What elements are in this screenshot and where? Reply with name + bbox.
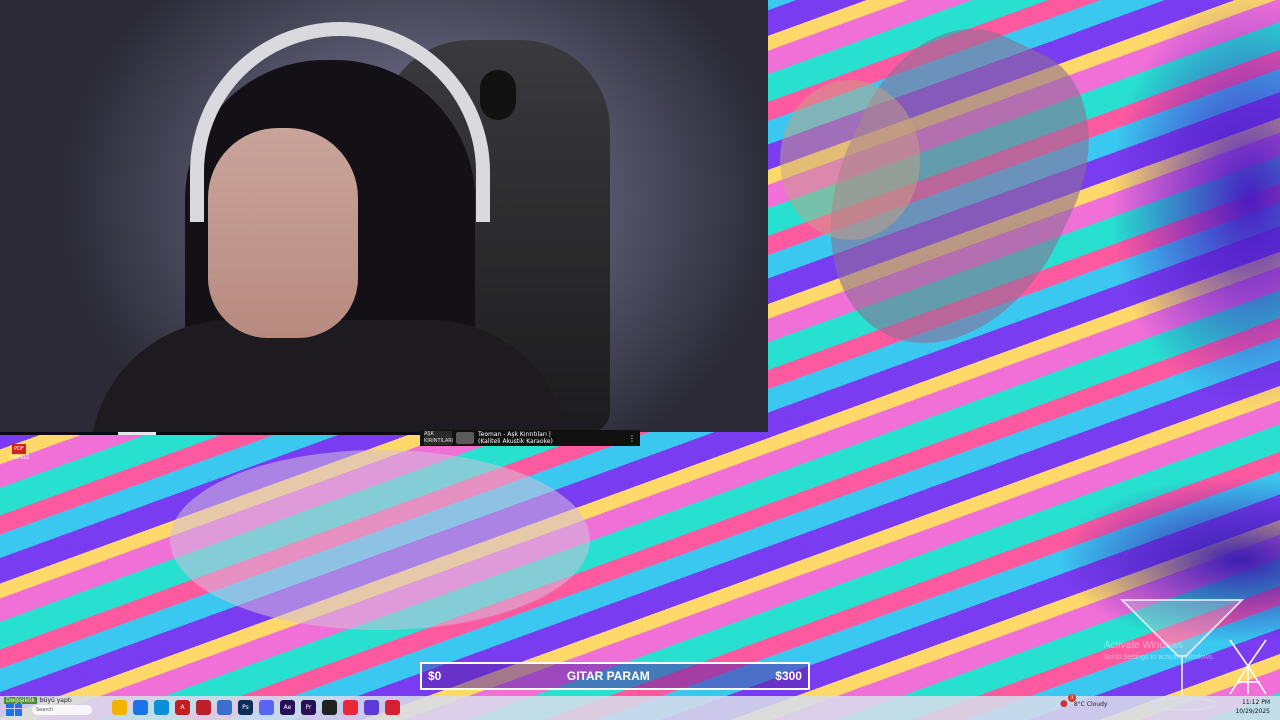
obs-icon[interactable] (322, 700, 337, 715)
weather-text: büyü yaptı (39, 696, 72, 704)
wallpaper-figure-hand (780, 80, 920, 240)
app-blue-icon[interactable] (217, 700, 232, 715)
donation-goal-bar: $0 GITAR PARAM $300 (420, 662, 810, 690)
media-album-art: AŞK KIRINTILARI (424, 431, 454, 445)
taskbar: Değişiklik büyü yaptı Search A Ps Ae Pr ● 8… (0, 694, 1280, 720)
chrome-icon[interactable] (133, 700, 148, 715)
webcam-feed (0, 0, 768, 432)
premiere-icon[interactable]: Pr (301, 700, 316, 715)
clock-time: 11:12 PM (1242, 699, 1270, 706)
taskbar-clock[interactable]: 11:12 PM 10/29/2025 (1235, 698, 1270, 716)
acrobat-icon[interactable]: A (175, 700, 190, 715)
media-now-playing[interactable]: AŞK KIRINTILARI Teoman - Aşk Kırıntıları… (420, 430, 640, 446)
media-title: Teoman - Aşk Kırıntıları | (Kaliteli Aku… (478, 431, 624, 445)
proton-vpn-icon[interactable] (364, 700, 379, 715)
taskbar-pinned-apps: A Ps Ae Pr (112, 700, 400, 715)
streamer-body (90, 320, 570, 432)
notification-badge: 3 (1068, 694, 1076, 702)
system-tray: ● 8°C Cloudy (1060, 699, 1108, 709)
more-vertical-icon[interactable]: ⋮ (628, 434, 636, 442)
wallpaper-figure-leg (170, 450, 590, 630)
tray-temperature-block[interactable]: 8°C Cloudy (1074, 701, 1108, 708)
goal-current: $0 (428, 669, 442, 683)
media-progress-indicator[interactable] (118, 432, 156, 435)
goal-target: $300 (775, 669, 802, 683)
app-red2-icon[interactable] (385, 700, 400, 715)
after-effects-icon[interactable]: Ae (280, 700, 295, 715)
microphone (480, 70, 516, 120)
desktop-icon-menu2[interactable]: PDF menu2 (8, 444, 30, 461)
media-progress-line[interactable] (0, 432, 420, 435)
clock-date: 10/29/2025 (1235, 708, 1270, 715)
ya-monogram-logo (1229, 639, 1267, 695)
pdf-icon: PDF (12, 444, 26, 454)
goal-title: GITAR PARAM (566, 669, 650, 683)
app-red-icon[interactable] (196, 700, 211, 715)
media-title-line2: (Kaliteli Akustik Karaoke) (478, 438, 553, 445)
taskbar-search-box[interactable]: Search (32, 705, 92, 715)
media-thumbnail (456, 432, 474, 444)
edge-icon[interactable] (154, 700, 169, 715)
opera-icon[interactable] (343, 700, 358, 715)
desktop-icon-label: menu2 (8, 454, 30, 461)
tray-temperature: 8°C (1073, 700, 1085, 708)
weather-tray-icon[interactable]: ● (1060, 699, 1068, 709)
tray-weather-condition: Cloudy (1086, 700, 1108, 708)
discord-icon[interactable] (259, 700, 274, 715)
media-title-line1: Teoman - Aşk Kırıntıları | (478, 431, 551, 438)
file-explorer-icon[interactable] (112, 700, 127, 715)
photoshop-icon[interactable]: Ps (238, 700, 253, 715)
weather-chip: Değişiklik (4, 696, 37, 704)
